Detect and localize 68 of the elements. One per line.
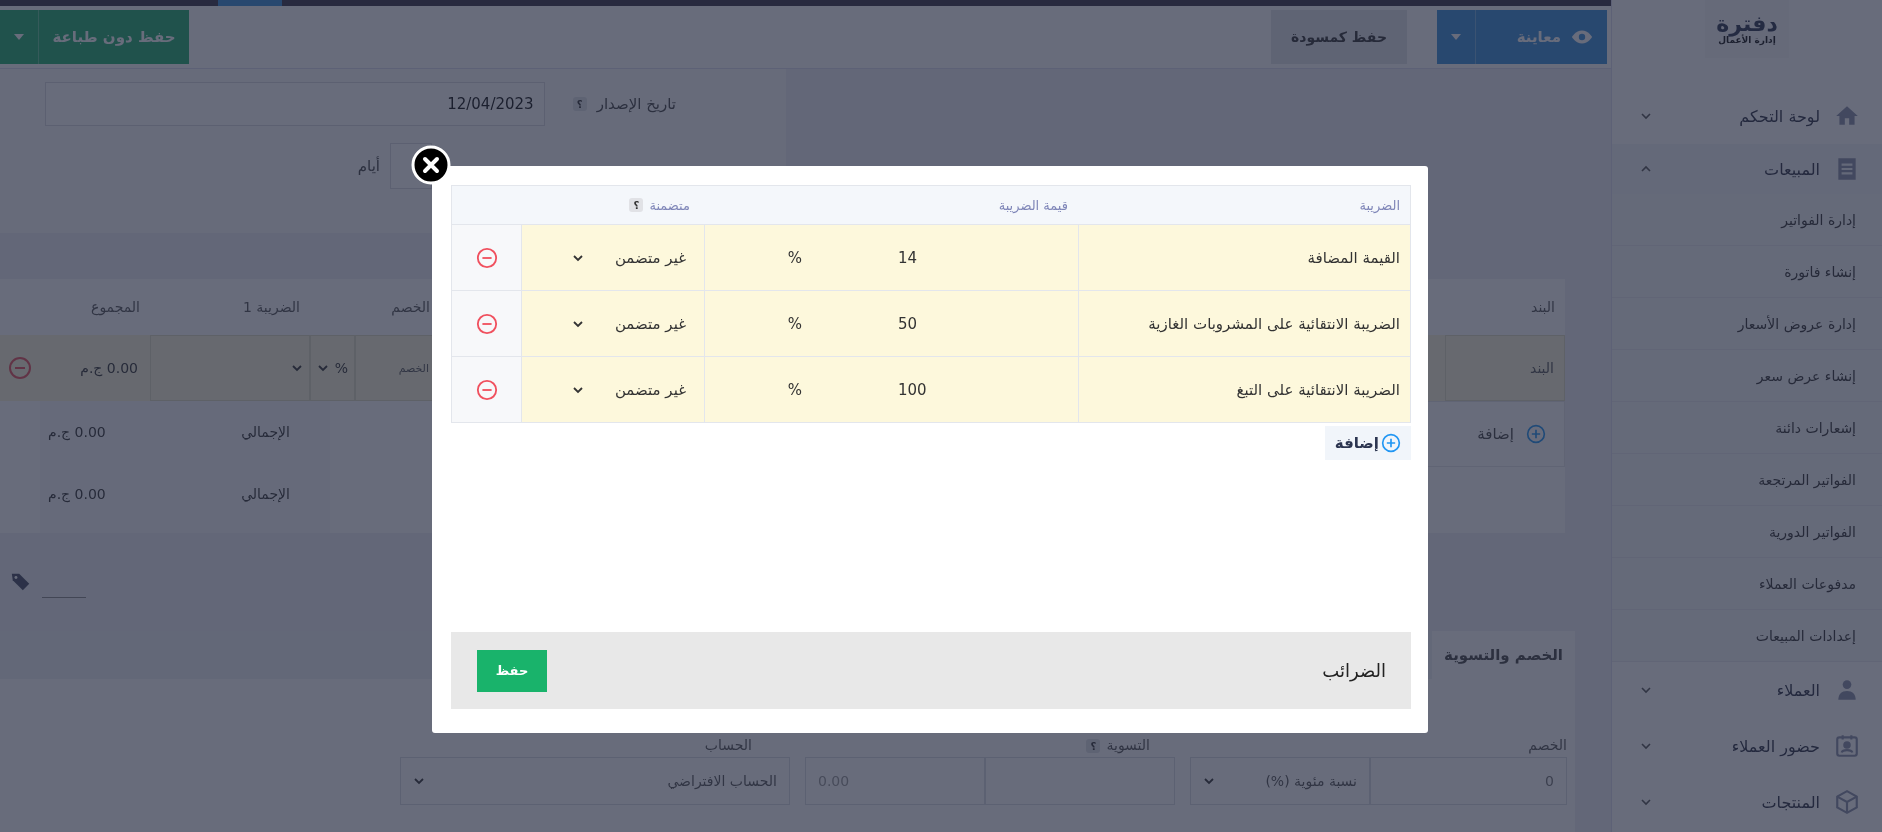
save-button[interactable]: حفظ دون طباعة — [0, 10, 189, 64]
total-label: الإجمالي — [241, 486, 290, 502]
submenu-item[interactable]: إعدادات المبيعات — [1612, 610, 1882, 662]
caret-icon — [1451, 34, 1461, 40]
tax-value-field[interactable]: 100 — [898, 380, 1068, 399]
tag-icon — [10, 571, 32, 593]
sidebar-item[interactable]: حضور العملاء — [1612, 718, 1882, 774]
sidebar-item[interactable]: المنتجات — [1612, 774, 1882, 830]
unit-label: أيام — [357, 157, 380, 175]
tax-name-field[interactable]: الضريبة الانتقائية على المشروبات الغازية — [1078, 291, 1410, 356]
save-button[interactable]: حفظ — [477, 649, 547, 692]
submenu-item[interactable]: الفواتير المرتجعة — [1612, 454, 1882, 506]
submenu-item[interactable]: إنشاء عرض سعر — [1612, 350, 1882, 402]
submenu-item[interactable]: إنشاء فاتورة — [1612, 246, 1882, 298]
tab[interactable]: الخصم والتسوية — [1432, 631, 1575, 679]
help-icon[interactable]: ؟ — [572, 97, 587, 111]
add-button[interactable]: إضافة — [1324, 426, 1411, 460]
tax-value-field[interactable]: 14 — [898, 248, 1068, 267]
cube-icon — [1834, 789, 1860, 815]
tax-name-field[interactable]: الضريبة الانتقائية على التبغ — [1078, 357, 1410, 422]
remove-icon[interactable] — [8, 356, 32, 380]
unit-label: % — [787, 248, 802, 267]
sidebar-item[interactable]: العملاء — [1612, 662, 1882, 718]
chevron-down-icon — [413, 775, 425, 787]
sidebar-item[interactable]: المبيعات — [1612, 144, 1882, 194]
discount-type-select[interactable]: % — [310, 335, 355, 401]
submenu-item[interactable]: الفواتير الدورية — [1612, 506, 1882, 558]
column-header: متضمنة — [649, 197, 690, 213]
calendar-icon — [1834, 733, 1860, 759]
dialog-title: الضرائب — [1322, 660, 1386, 681]
close-icon[interactable] — [411, 145, 451, 185]
submenu-item[interactable]: إدارة الفواتير — [1612, 194, 1882, 246]
column-header: الضريبة — [1358, 197, 1401, 213]
caret-icon — [14, 34, 24, 40]
chevron-down-icon — [291, 362, 303, 374]
included-select[interactable]: غير متضمن — [521, 225, 704, 290]
submenu-item[interactable]: إدارة عروض الأسعار — [1612, 298, 1882, 350]
remove-icon[interactable] — [475, 378, 498, 401]
included-select[interactable]: غير متضمن — [521, 291, 704, 356]
chevron-down-icon — [317, 362, 329, 374]
included-select[interactable]: غير متضمن — [521, 357, 704, 422]
column-header: قيمة الضريبة — [997, 197, 1069, 213]
table-cell-text: 0.00 ج.م — [79, 360, 139, 376]
submenu-item[interactable]: مدفوعات العملاء — [1612, 558, 1882, 610]
total-value: 0.00 ج.م — [48, 424, 106, 440]
chevron-down-icon — [1203, 775, 1215, 787]
help-icon[interactable]: ؟ — [629, 198, 644, 212]
submenu-item[interactable]: إشعارات دائنة — [1612, 402, 1882, 454]
chevron-down-icon — [1640, 684, 1652, 696]
plus-icon — [1381, 433, 1401, 453]
remove-icon[interactable] — [475, 312, 498, 335]
chevron-down-icon — [1640, 740, 1652, 752]
help-icon[interactable]: ؟ — [1086, 739, 1101, 753]
total-value: 0.00 ج.م — [48, 486, 106, 502]
save-draft-button[interactable]: حفظ كمسودة — [1271, 10, 1407, 64]
remove-icon[interactable] — [475, 246, 498, 269]
plus-icon — [1526, 424, 1546, 444]
sidebar-item[interactable]: لوحة التحكم — [1612, 88, 1882, 144]
tax-value-field[interactable]: 50 — [898, 314, 1068, 333]
field-label: تاريخ الإصدار — [596, 95, 676, 113]
tax-name-field[interactable]: القيمة المضافة — [1078, 225, 1410, 290]
unit-label: % — [787, 314, 802, 333]
unit-label: % — [787, 380, 802, 399]
preview-button[interactable]: معاينة — [1437, 10, 1607, 64]
total-label: الإجمالي — [241, 424, 290, 440]
chevron-down-icon — [1640, 796, 1652, 808]
date-field[interactable]: 12/04/2023 — [44, 82, 545, 126]
chevron-down-icon — [1640, 110, 1652, 122]
